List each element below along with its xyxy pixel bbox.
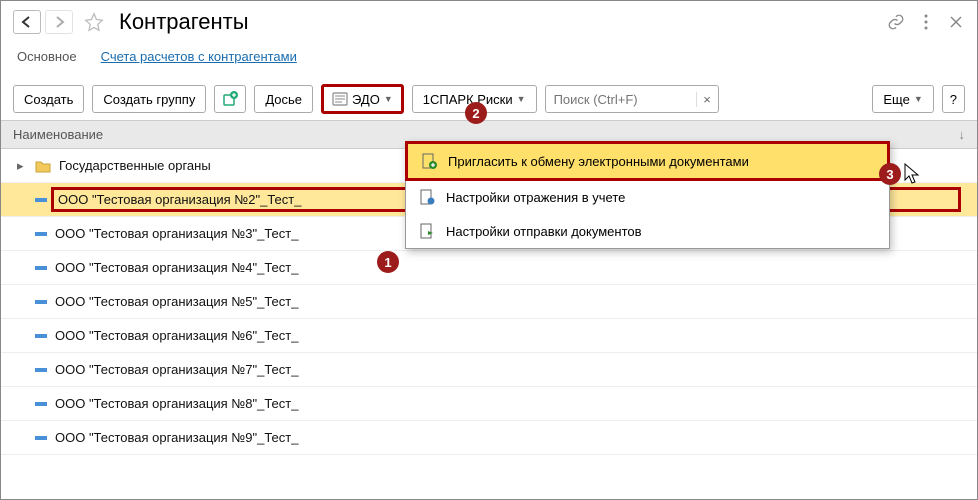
list-row[interactable]: ООО "Тестовая организация №5"_Тест_	[1, 285, 977, 319]
create-group-button[interactable]: Создать группу	[92, 85, 206, 113]
edo-dropdown: Пригласить к обмену электронными докумен…	[405, 141, 890, 249]
edo-icon	[332, 92, 348, 106]
dash-icon	[35, 299, 47, 305]
annotation-badge-3: 3	[879, 163, 901, 185]
annotation-badge-2: 2	[465, 102, 487, 124]
kebab-menu-icon[interactable]	[917, 13, 935, 31]
dossier-button[interactable]: Досье	[254, 85, 313, 113]
add-object-button[interactable]	[214, 85, 246, 113]
list-row[interactable]: ООО "Тестовая организация №7"_Тест_	[1, 353, 977, 387]
mouse-cursor-icon	[904, 163, 922, 188]
dash-icon	[35, 333, 47, 339]
page-title: Контрагенты	[119, 9, 249, 35]
tree-caret-icon[interactable]: ▸	[17, 158, 27, 174]
dash-icon	[35, 231, 47, 237]
dash-icon	[35, 265, 47, 271]
search-input[interactable]	[546, 86, 696, 112]
favorite-star-icon[interactable]	[83, 11, 105, 33]
link-icon[interactable]	[887, 13, 905, 31]
dash-icon	[35, 401, 47, 407]
menu-send-settings[interactable]: Настройки отправки документов	[406, 214, 889, 248]
doc-settings-icon	[418, 188, 436, 206]
nav-back-button[interactable]	[13, 10, 41, 34]
help-button[interactable]: ?	[942, 85, 965, 113]
annotation-badge-1: 1	[377, 251, 399, 273]
list-row[interactable]: ООО "Тестовая организация №8"_Тест_	[1, 387, 977, 421]
nav-forward-button[interactable]	[45, 10, 73, 34]
menu-invite[interactable]: Пригласить к обмену электронными докумен…	[405, 141, 890, 181]
tab-main[interactable]: Основное	[17, 49, 77, 68]
dash-icon	[35, 197, 47, 203]
doc-add-icon	[420, 152, 438, 170]
menu-reflection[interactable]: Настройки отражения в учете	[406, 180, 889, 214]
search-input-wrap: ×	[545, 85, 719, 113]
list-row[interactable]: ООО "Тестовая организация №6"_Тест_	[1, 319, 977, 353]
close-icon[interactable]	[947, 13, 965, 31]
edo-button[interactable]: ЭДО▼	[321, 84, 404, 114]
folder-icon	[35, 159, 51, 173]
list-row[interactable]: ООО "Тестовая организация №9"_Тест_	[1, 421, 977, 455]
tab-accounts-link[interactable]: Счета расчетов с контрагентами	[101, 49, 297, 68]
dash-icon	[35, 367, 47, 373]
column-name[interactable]: Наименование	[13, 127, 103, 142]
doc-send-icon	[418, 222, 436, 240]
sort-arrow-icon[interactable]: ↓	[959, 127, 966, 142]
list-row[interactable]: ООО "Тестовая организация №4"_Тест_	[1, 251, 977, 285]
create-button[interactable]: Создать	[13, 85, 84, 113]
search-clear-button[interactable]: ×	[696, 92, 718, 107]
more-button[interactable]: Еще▼	[872, 85, 933, 113]
dash-icon	[35, 435, 47, 441]
